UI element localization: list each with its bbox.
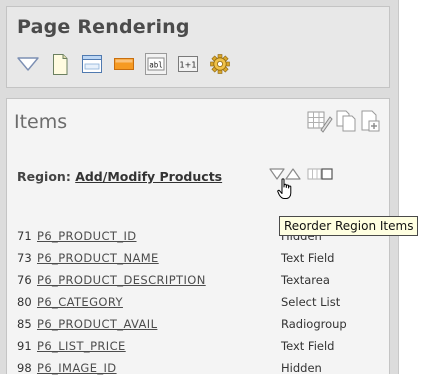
- item-sequence: 80: [17, 295, 32, 309]
- item-type: Text Field: [281, 251, 335, 265]
- page-icon[interactable]: [49, 53, 71, 75]
- item-type: Text Field: [281, 339, 335, 353]
- left-column: Page Rendering abl 1+1 Items Region: Add…: [0, 0, 398, 375]
- reorder-tooltip: Reorder Region Items: [279, 216, 419, 236]
- page-rendering-title: Page Rendering: [17, 16, 190, 38]
- items-title: Items: [14, 111, 68, 133]
- item-name-link[interactable]: P6_PRODUCT_ID: [37, 229, 137, 243]
- item-name-link[interactable]: P6_IMAGE_ID: [37, 361, 117, 375]
- item-sequence: 91: [17, 339, 32, 353]
- grid-edit-icon[interactable]: [307, 109, 333, 137]
- region-label: Region:: [17, 169, 71, 184]
- create-icon[interactable]: [359, 109, 381, 137]
- computation-icon[interactable]: 1+1: [177, 53, 199, 75]
- region-name-link[interactable]: Add/Modify Products: [75, 169, 222, 184]
- item-name-link[interactable]: P6_PRODUCT_NAME: [37, 251, 159, 265]
- item-sequence: 76: [17, 273, 32, 287]
- page-rendering-panel: Page Rendering abl 1+1: [6, 6, 390, 88]
- page-rendering-toolbar: abl 1+1: [17, 51, 241, 77]
- table-row: 71 P6_PRODUCT_ID Hidden: [17, 228, 322, 244]
- grid-layout-icon[interactable]: [307, 165, 333, 184]
- process-gear-icon[interactable]: [209, 53, 231, 75]
- items-actions: [305, 109, 381, 137]
- table-row: 76 P6_PRODUCT_DESCRIPTION Textarea: [17, 272, 330, 288]
- item-type: Textarea: [281, 273, 330, 287]
- text-field-icon[interactable]: abl: [145, 53, 167, 75]
- region-icon[interactable]: [81, 53, 103, 75]
- item-sequence: 73: [17, 251, 32, 265]
- table-row: 85 P6_PRODUCT_AVAIL Radiogroup: [17, 316, 347, 332]
- button-icon[interactable]: [113, 53, 135, 75]
- right-pane: [398, 0, 444, 374]
- table-row: 91 P6_LIST_PRICE Text Field: [17, 338, 334, 354]
- items-panel: Items Region: Add/Modify Products 71 P6_…: [6, 98, 390, 375]
- item-name-link[interactable]: P6_PRODUCT_DESCRIPTION: [37, 273, 206, 287]
- item-sequence: 85: [17, 317, 32, 331]
- copy-icon[interactable]: [335, 109, 357, 137]
- table-row: 80 P6_CATEGORY Select List: [17, 294, 340, 310]
- item-type: Radiogroup: [281, 317, 347, 331]
- item-name-link[interactable]: P6_CATEGORY: [37, 295, 123, 309]
- item-name-link[interactable]: P6_LIST_PRICE: [37, 339, 126, 353]
- item-sequence: 98: [17, 361, 32, 375]
- triangle-down-icon[interactable]: [17, 53, 39, 75]
- item-type: Select List: [281, 295, 341, 309]
- text-field-glyph: abl: [149, 61, 163, 70]
- item-sequence: 71: [17, 229, 32, 243]
- computation-glyph: 1+1: [180, 61, 197, 70]
- table-row: 73 P6_PRODUCT_NAME Text Field: [17, 250, 334, 266]
- region-heading: Region: Add/Modify Products: [17, 169, 222, 184]
- hand-cursor-icon: [277, 178, 295, 204]
- item-type: Hidden: [281, 361, 322, 375]
- item-name-link[interactable]: P6_PRODUCT_AVAIL: [37, 317, 157, 331]
